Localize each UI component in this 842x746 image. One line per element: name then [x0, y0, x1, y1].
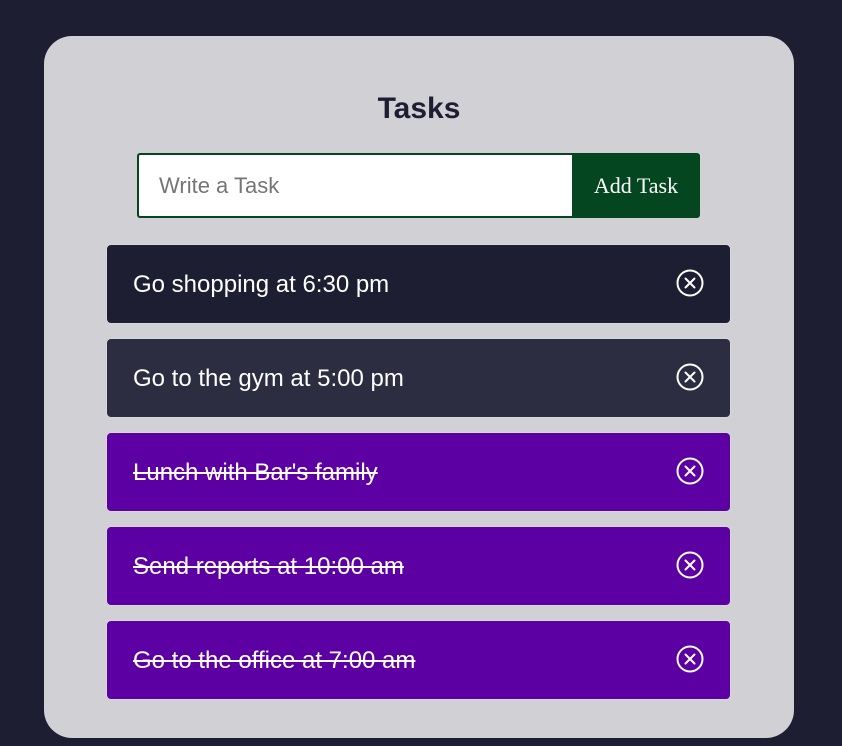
close-circle-icon: [676, 645, 704, 673]
task-text: Send reports at 10:00 am: [133, 553, 404, 580]
task-list: Go shopping at 6:30 pm Go to the gym at …: [106, 244, 731, 714]
task-item[interactable]: Lunch with Bar's family: [106, 432, 731, 512]
task-item[interactable]: Go to the office at 7:00 am: [106, 620, 731, 700]
task-text: Go to the gym at 5:00 pm: [133, 365, 404, 392]
task-text: Go to the office at 7:00 am: [133, 647, 416, 674]
delete-task-button[interactable]: [675, 644, 705, 674]
add-task-button[interactable]: Add Task: [572, 153, 700, 218]
close-circle-icon: [676, 457, 704, 485]
close-circle-icon: [676, 269, 704, 297]
close-circle-icon: [676, 363, 704, 391]
task-item[interactable]: Go to the gym at 5:00 pm: [106, 338, 731, 418]
delete-task-button[interactable]: [675, 550, 705, 580]
task-text: Go shopping at 6:30 pm: [133, 271, 390, 298]
close-circle-icon: [676, 551, 704, 579]
task-item[interactable]: Send reports at 10:00 am: [106, 526, 731, 606]
add-task-form: Add Task: [137, 153, 700, 218]
delete-task-button[interactable]: [675, 268, 705, 298]
delete-task-button[interactable]: [675, 456, 705, 486]
task-input[interactable]: [137, 153, 572, 218]
delete-task-button[interactable]: [675, 362, 705, 392]
task-text: Lunch with Bar's family: [133, 459, 378, 486]
task-item[interactable]: Go shopping at 6:30 pm: [106, 244, 731, 324]
page-title: Tasks: [377, 92, 461, 125]
tasks-card: Tasks Add Task Go shopping at 6:30 pm Go…: [44, 36, 794, 738]
page: Tasks Add Task Go shopping at 6:30 pm Go…: [0, 0, 842, 746]
